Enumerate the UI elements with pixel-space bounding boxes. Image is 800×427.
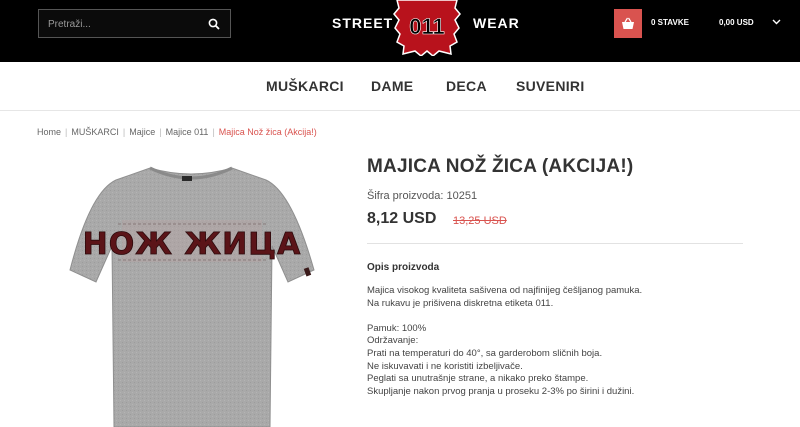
- cart-total[interactable]: 0,00 USD: [719, 18, 754, 27]
- description-title: Opis proizvoda: [367, 262, 440, 273]
- nav-item-dame[interactable]: DAME: [371, 78, 413, 94]
- description-line: Održavanje:: [367, 335, 419, 347]
- divider: [367, 243, 743, 244]
- breadcrumb-separator: |: [122, 127, 126, 137]
- product-image[interactable]: НОЖ ЖИЦА: [58, 158, 324, 427]
- nav-item-muskarci[interactable]: MUŠKARCI: [266, 78, 344, 94]
- breadcrumb-majice[interactable]: Majice: [129, 127, 155, 137]
- cart-item-count[interactable]: 0 STAVKE: [651, 18, 689, 27]
- top-bar: STREET 011 WEAR 0 STAVKE 0,00 USD: [0, 0, 800, 62]
- tshirt-print-text: НОЖ ЖИЦА: [83, 227, 302, 262]
- search-icon[interactable]: [208, 18, 220, 30]
- main-nav: MUŠKARCI DAME DECA SUVENIRI: [0, 62, 800, 111]
- breadcrumb-separator: |: [212, 127, 215, 137]
- breadcrumb-separator: |: [65, 127, 68, 137]
- description-line: Na rukavu je prišivena diskretna etiketa…: [367, 297, 554, 309]
- product-price: 8,12 USD: [367, 210, 437, 227]
- logo[interactable]: 011: [393, 0, 461, 56]
- breadcrumb-separator: |: [159, 127, 162, 137]
- product-description: Majica visokog kvaliteta sašivena od naj…: [367, 285, 642, 398]
- breadcrumb-home[interactable]: Home: [37, 127, 61, 137]
- description-line: Pamuk: 100%: [367, 322, 427, 334]
- nav-item-deca[interactable]: DECA: [446, 78, 487, 94]
- cart-button[interactable]: [614, 9, 642, 38]
- product-title: MAJICA NOŽ ŽICA (AKCIJA!): [367, 156, 634, 177]
- brand-wear: WEAR: [473, 15, 520, 31]
- breadcrumb-muskarci[interactable]: MUŠKARCI: [71, 127, 119, 137]
- description-line: Prati na temperaturi do 40°, sa garderob…: [367, 347, 603, 359]
- search-input[interactable]: [48, 16, 198, 32]
- description-line: Majica visokog kvaliteta sašivena od naj…: [367, 285, 643, 296]
- nav-item-suveniri[interactable]: SUVENIRI: [516, 78, 585, 94]
- breadcrumb-majice-011[interactable]: Majice 011: [166, 127, 209, 137]
- description-spacer: [367, 310, 642, 323]
- description-line: Peglati sa unutrašnje strane, a nikako p…: [367, 373, 589, 385]
- chevron-down-icon[interactable]: [772, 17, 781, 26]
- shopping-basket-icon: [622, 17, 634, 29]
- brand-street: STREET: [332, 15, 394, 31]
- product-old-price: 13,25 USD: [453, 215, 507, 227]
- search-box: [38, 9, 231, 38]
- logo-text: 011: [409, 14, 445, 39]
- product-sku: Šifra proizvoda: 10251: [367, 190, 478, 202]
- breadcrumb-current: Majica Nož žica (Akcija!): [218, 127, 317, 137]
- breadcrumb: Home | MUŠKARCI | Majice | Majice 011 | Majica N…: [37, 127, 317, 137]
- description-line: Skupljanje nakon prvog pranja u proseku …: [367, 385, 635, 397]
- description-line: Ne iskuvavati i ne koristiti izbeljivače…: [367, 360, 523, 372]
